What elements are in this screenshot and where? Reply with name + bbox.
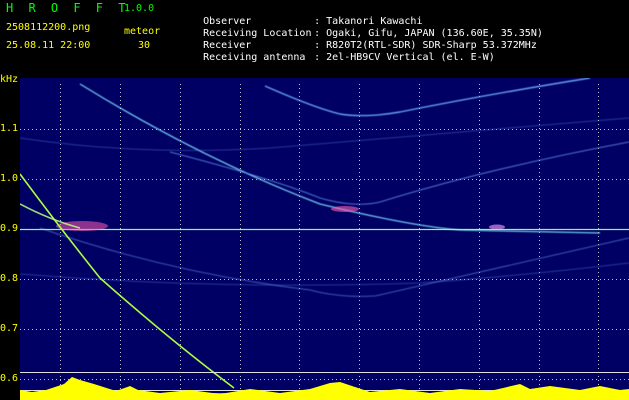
y-tick-label: 0.7 xyxy=(0,323,19,334)
meteor-echo xyxy=(489,224,505,230)
trace-upper-arc xyxy=(264,78,591,117)
activity-peaks xyxy=(20,377,629,400)
file-name: 2508112200.png xyxy=(6,22,91,33)
trace-lower-arc xyxy=(39,227,629,297)
spectrogram-plot xyxy=(20,78,629,400)
timestamp: 25.08.11 22:00 xyxy=(6,40,91,51)
info-value: : 2el-HB9CV Vertical (el. E-W) xyxy=(314,52,495,63)
signal-traces xyxy=(20,78,629,297)
meteor-echo xyxy=(331,206,359,212)
x-grid xyxy=(60,84,599,400)
app-title: H R O F F T xyxy=(6,1,130,15)
y-tick-label: 0.9 xyxy=(0,223,19,234)
mode-label: meteor xyxy=(124,26,161,37)
info-key: Receiving antenna xyxy=(203,52,306,63)
meteor-count: 30 xyxy=(138,40,151,51)
spectrogram-canvas xyxy=(20,78,629,400)
trace-v-shape xyxy=(169,141,629,205)
app-version: 1.0.0 xyxy=(124,3,155,14)
info-antenna: Receiving antenna : 2el-HB9CV Vertical (e… xyxy=(179,40,495,76)
y-tick-label: 1.0 xyxy=(0,173,19,184)
activity-histogram xyxy=(20,377,629,400)
trace-secondary-upper xyxy=(20,117,629,151)
y-tick-label: 0.8 xyxy=(0,273,19,284)
y-tick-label: 1.1 xyxy=(0,123,19,134)
y-grid xyxy=(20,129,629,380)
y-tick-label: 0.6 xyxy=(0,373,19,384)
trace-secondary-lower xyxy=(20,262,629,286)
y-axis-unit: kHz xyxy=(0,74,19,85)
hrofft-window: H R O F F T 1.0.0 2508112200.png meteor … xyxy=(0,0,629,400)
